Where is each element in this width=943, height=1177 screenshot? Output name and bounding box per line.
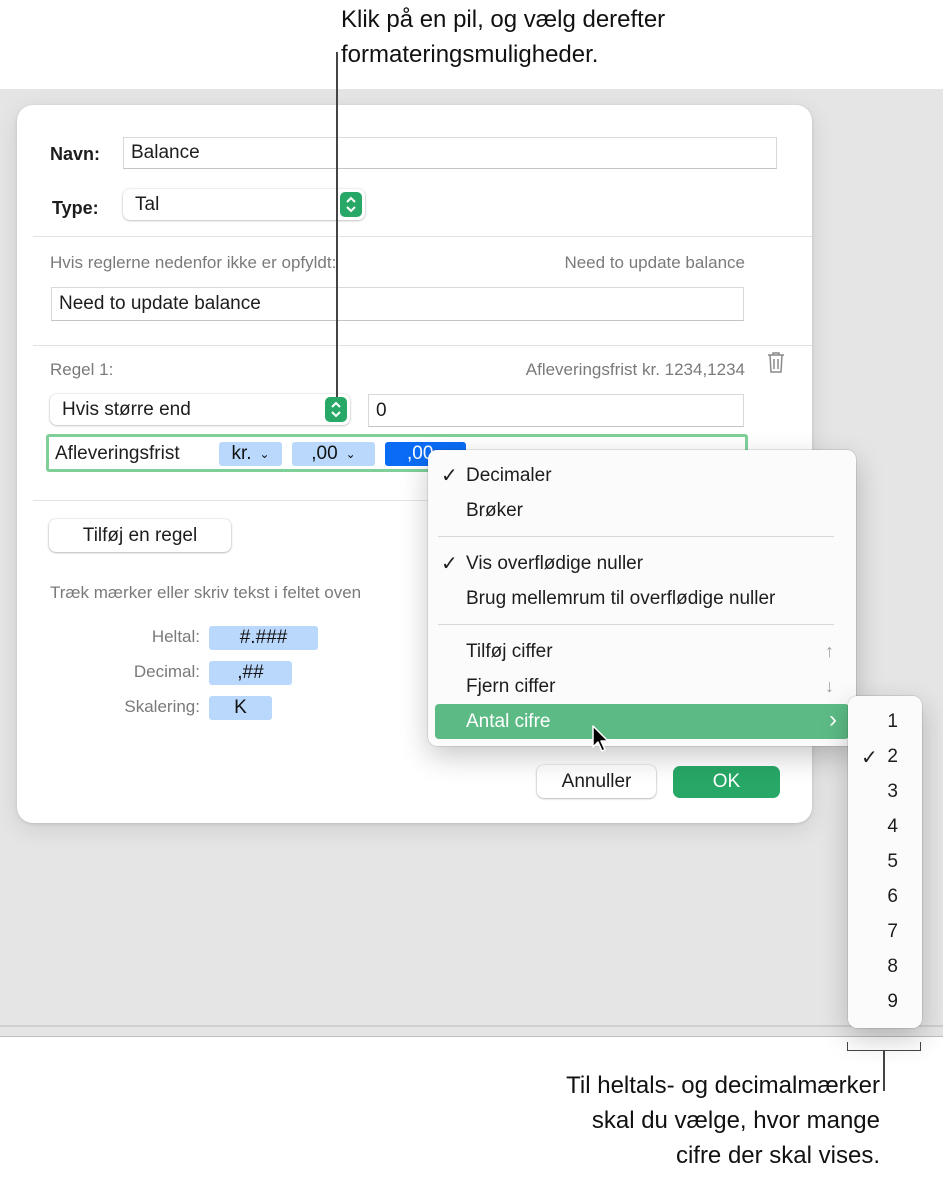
callout-leader-line: [883, 1051, 885, 1091]
menu-separator: [438, 536, 834, 537]
checkmark-icon: ✓: [861, 747, 878, 769]
submenu-item-label: 8: [887, 956, 898, 977]
integer-token[interactable]: #.###: [209, 626, 318, 650]
submenu-item-label: 1: [887, 711, 898, 732]
hint-text: Træk mærker eller skriv tekst i feltet o…: [50, 583, 362, 602]
menu-item-label: Vis overflødige nuller: [466, 552, 644, 574]
submenu-item[interactable]: 1: [848, 704, 922, 739]
rule-preview: Afleveringsfrist kr. 1234,1234: [525, 360, 745, 379]
decimal-label: Decimal:: [133, 662, 200, 681]
callout-top-line2: formateringsmuligheder.: [341, 41, 599, 68]
callout-bottom-line2: skal du vælge, hvor mange: [591, 1107, 880, 1134]
type-popup[interactable]: Tal: [123, 189, 365, 220]
format-text: Afleveringsfrist: [55, 443, 180, 464]
callout-bottom-line1: Til heltals- og decimalmærker: [566, 1072, 880, 1099]
submenu-item[interactable]: 8: [848, 949, 922, 984]
condition-value: Hvis større end: [62, 398, 191, 420]
menu-item-label: Fjern ciffer: [466, 675, 556, 697]
menu-item-fjern-ciffer[interactable]: Fjern ciffer ↓: [428, 669, 856, 704]
callout-top: Klik på en pil, og vælg derefter formate…: [341, 2, 665, 72]
type-value: Tal: [135, 193, 160, 215]
condition-number: 0: [376, 399, 387, 421]
menu-item-brug-mellemrum[interactable]: Brug mellemrum til overflødige nuller: [428, 581, 856, 616]
ok-button[interactable]: OK: [673, 766, 780, 798]
chevron-right-icon: ›: [829, 706, 837, 733]
callout-bottom-line3: cifre der skal vises.: [675, 1142, 880, 1169]
fallback-input[interactable]: Need to update balance: [51, 287, 744, 321]
submenu-item[interactable]: ✓ 2: [848, 739, 922, 774]
menu-item-label: Decimaler: [466, 464, 552, 486]
name-label: Navn:: [50, 144, 101, 164]
trash-icon[interactable]: [766, 350, 786, 379]
name-input[interactable]: Balance: [123, 137, 777, 169]
submenu-item-label: 6: [887, 886, 898, 907]
menu-item-broker[interactable]: Brøker: [428, 493, 856, 528]
currency-token[interactable]: kr. ⌄: [219, 442, 282, 466]
scale-label: Skalering:: [124, 697, 200, 716]
cancel-button[interactable]: Annuller: [537, 765, 656, 798]
submenu-item[interactable]: 6: [848, 879, 922, 914]
separator: [33, 345, 812, 346]
menu-item-label: Antal cifre: [466, 710, 551, 732]
up-down-chevron-icon: [340, 192, 362, 217]
menu-item-label: Brøker: [466, 499, 523, 521]
name-value: Balance: [131, 142, 200, 163]
fallback-preview: Need to update balance: [564, 253, 745, 272]
checkmark-icon: ✓: [441, 553, 458, 575]
submenu-item[interactable]: 3: [848, 774, 922, 809]
submenu-item-label: 4: [887, 816, 898, 837]
rule-label: Regel 1:: [50, 360, 114, 379]
submenu-item-label: 7: [887, 921, 898, 942]
up-down-chevron-icon: [325, 397, 347, 422]
arrow-up-icon: ↑: [825, 641, 834, 661]
menu-item-antal-cifre[interactable]: Antal cifre ›: [435, 704, 849, 739]
chevron-down-icon: ⌄: [259, 447, 270, 461]
menu-item-decimaler[interactable]: ✓ Decimaler: [428, 458, 856, 493]
decimal-token[interactable]: ,##: [209, 661, 292, 685]
decimal-format-token[interactable]: ,00 ⌄: [292, 442, 375, 466]
integer-label: Heltal:: [151, 627, 200, 646]
format-menu: ✓ Decimaler Brøker ✓ Vis overflødige nul…: [428, 450, 856, 746]
arrow-pointer-icon: [591, 724, 613, 759]
fallback-value: Need to update balance: [59, 293, 261, 314]
digits-submenu: 1 ✓ 2 3 4 5 6 7 8 9: [848, 696, 922, 1028]
checkmark-icon: ✓: [441, 465, 458, 487]
menu-item-label: Brug mellemrum til overflødige nuller: [466, 587, 776, 609]
condition-number-input[interactable]: 0: [368, 394, 744, 427]
add-rule-button[interactable]: Tilføj en regel: [49, 519, 231, 552]
scale-token[interactable]: K: [209, 696, 272, 720]
submenu-item[interactable]: 7: [848, 914, 922, 949]
type-label: Type:: [52, 198, 99, 218]
callout-top-line1: Klik på en pil, og vælg derefter: [341, 6, 666, 33]
arrow-down-icon: ↓: [825, 676, 834, 696]
currency-token-label: kr.: [231, 443, 252, 464]
submenu-item[interactable]: 5: [848, 844, 922, 879]
window-edge: [0, 1036, 943, 1037]
menu-item-tilfoej-ciffer[interactable]: Tilføj ciffer ↑: [428, 634, 856, 669]
chevron-down-icon: ⌄: [345, 447, 356, 461]
separator: [33, 236, 812, 237]
decimal-format-token-label: ,00: [311, 443, 338, 464]
submenu-item[interactable]: 4: [848, 809, 922, 844]
menu-item-label: Tilføj ciffer: [466, 640, 553, 662]
fallback-label: Hvis reglerne nedenfor ikke er opfyldt:: [50, 253, 337, 272]
callout-bracket: [847, 1042, 921, 1051]
callout-leader-line: [336, 52, 338, 397]
submenu-item-label: 9: [887, 991, 898, 1012]
condition-popup[interactable]: Hvis større end: [50, 394, 350, 425]
callout-bottom: Til heltals- og decimalmærker skal du væ…: [566, 1068, 880, 1173]
submenu-item-label: 3: [887, 781, 898, 802]
menu-item-vis-overflodige-nuller[interactable]: ✓ Vis overflødige nuller: [428, 546, 856, 581]
menu-separator: [438, 624, 834, 625]
submenu-item-label: 5: [887, 851, 898, 872]
submenu-item[interactable]: 9: [848, 984, 922, 1019]
submenu-item-label: 2: [887, 746, 898, 767]
window-edge: [0, 1025, 943, 1027]
